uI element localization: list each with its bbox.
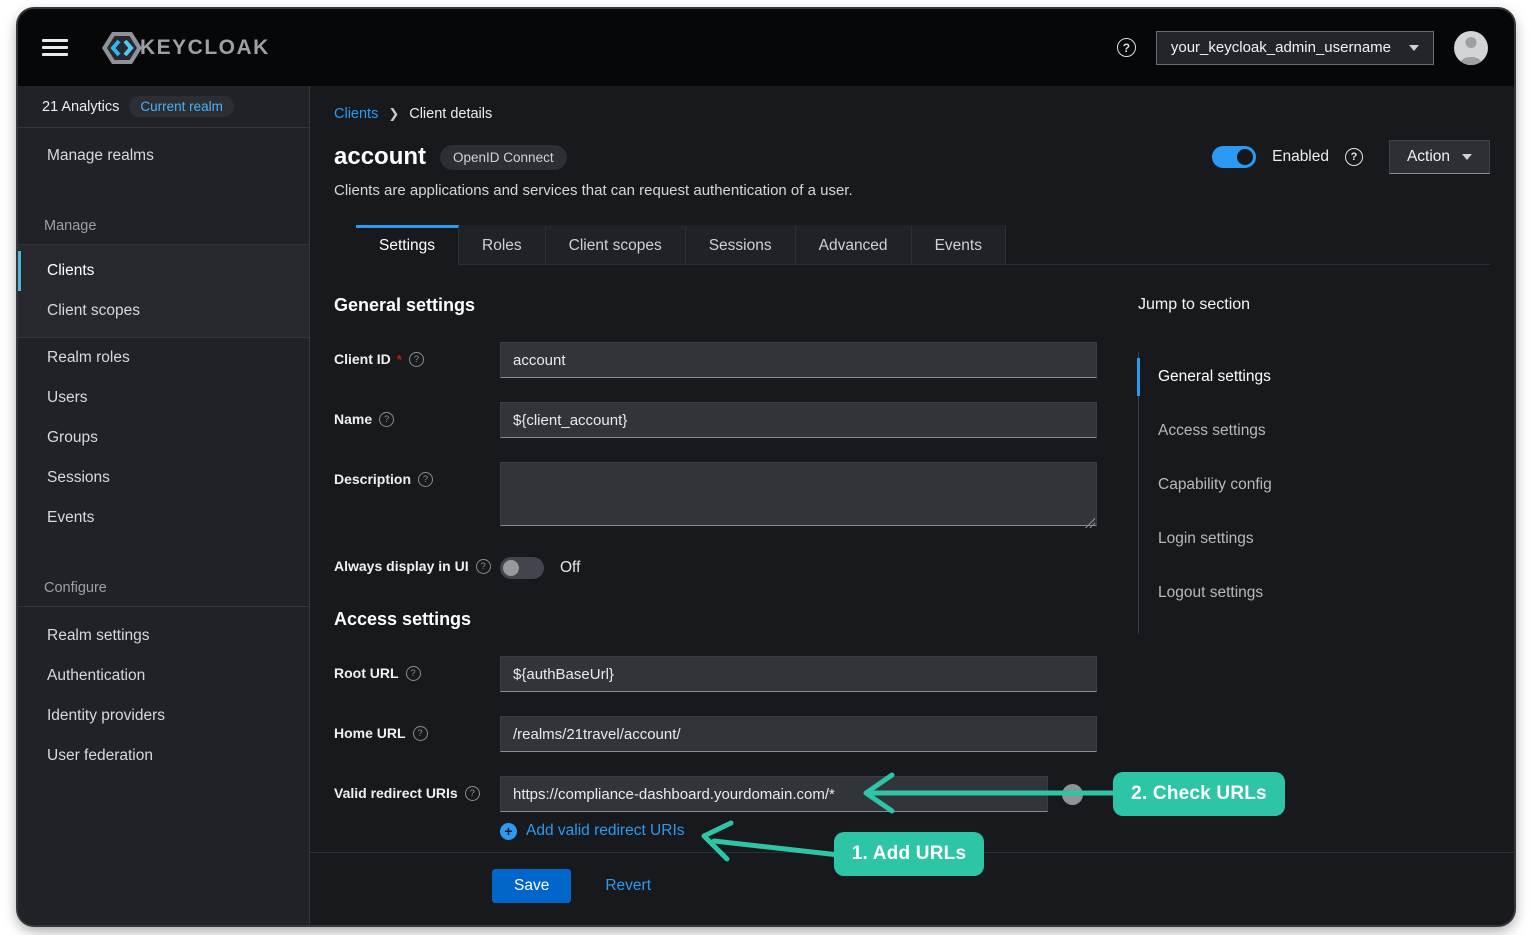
form-actions: Save Revert: [310, 853, 1514, 903]
tab-settings[interactable]: Settings: [356, 225, 459, 265]
breadcrumb: Clients ❯ Client details: [310, 86, 1514, 122]
sidebar-item-manage-realms[interactable]: Manage realms: [18, 136, 309, 176]
jump-nav-item-capability-config[interactable]: Capability config: [1137, 466, 1478, 504]
always-display-row: Always display in UI ? Off: [334, 555, 1097, 579]
keycloak-admin-window: KEYCLOAK ? your_keycloak_admin_username …: [18, 9, 1514, 925]
sidebar-active-block: Clients Client scopes: [18, 245, 309, 338]
required-indicator: *: [397, 352, 402, 367]
masthead: KEYCLOAK ? your_keycloak_admin_username: [18, 9, 1514, 86]
keycloak-brand: KEYCLOAK: [100, 28, 270, 68]
sidebar: 21 Analytics Current realm Manage realms…: [18, 86, 310, 925]
root-url-row: Root URL ?: [334, 656, 1097, 692]
jump-to-section-nav: Jump to section General settings Access …: [1138, 295, 1478, 840]
username-label: your_keycloak_admin_username: [1171, 39, 1391, 56]
sidebar-item-identity-providers[interactable]: Identity providers: [18, 696, 309, 736]
breadcrumb-separator-icon: ❯: [388, 106, 399, 122]
sidebar-item-events[interactable]: Events: [18, 498, 309, 538]
jump-nav-item-general-settings[interactable]: General settings: [1137, 358, 1478, 396]
jump-nav-item-login-settings[interactable]: Login settings: [1137, 520, 1478, 558]
sidebar-item-client-scopes[interactable]: Client scopes: [18, 291, 309, 331]
plus-circle-icon: +: [500, 823, 517, 840]
chevron-down-icon: [1409, 45, 1419, 51]
sidebar-item-groups[interactable]: Groups: [18, 418, 309, 458]
tab-bar: Settings Roles Client scopes Sessions Ad…: [356, 225, 1490, 265]
sidebar-item-realm-settings[interactable]: Realm settings: [18, 616, 309, 656]
access-settings-heading: Access settings: [334, 609, 1097, 630]
main-content: Clients ❯ Client details account OpenID …: [310, 86, 1514, 925]
tab-client-scopes[interactable]: Client scopes: [546, 225, 686, 264]
save-button[interactable]: Save: [492, 869, 571, 903]
realm-switcher[interactable]: 21 Analytics Current realm: [18, 86, 309, 128]
user-avatar[interactable]: [1454, 31, 1488, 65]
current-realm-badge: Current realm: [129, 96, 234, 117]
name-input[interactable]: [500, 402, 1097, 438]
always-display-help-icon[interactable]: ?: [476, 559, 491, 574]
help-icon[interactable]: ?: [1117, 38, 1136, 57]
realm-name: 21 Analytics: [42, 99, 119, 115]
chevron-down-icon: [1462, 154, 1472, 160]
client-id-label: Client ID: [334, 351, 391, 367]
tab-events[interactable]: Events: [912, 225, 1006, 264]
remove-redirect-uri-button[interactable]: [1062, 784, 1083, 805]
breadcrumb-current: Client details: [409, 106, 492, 122]
page-title: account: [334, 143, 426, 171]
description-row: Description ?: [334, 462, 1097, 531]
jump-nav-item-logout-settings[interactable]: Logout settings: [1137, 574, 1478, 612]
sidebar-item-authentication[interactable]: Authentication: [18, 656, 309, 696]
sidebar-group-label-configure: Configure: [18, 578, 309, 598]
settings-form: General settings Client ID * ? Name ?: [334, 295, 1097, 840]
home-url-help-icon[interactable]: ?: [413, 726, 428, 741]
name-row: Name ?: [334, 402, 1097, 438]
protocol-badge: OpenID Connect: [440, 145, 567, 170]
always-display-label: Always display in UI: [334, 558, 469, 574]
add-redirect-uri-link[interactable]: + Add valid redirect URIs: [500, 822, 1097, 840]
home-url-label: Home URL: [334, 725, 406, 741]
tab-roles[interactable]: Roles: [459, 225, 546, 264]
client-id-input[interactable]: [500, 342, 1097, 378]
enabled-label: Enabled: [1272, 148, 1329, 166]
redirect-uri-input[interactable]: [500, 776, 1048, 812]
add-redirect-uri-label: Add valid redirect URIs: [526, 822, 685, 840]
sidebar-item-user-federation[interactable]: User federation: [18, 736, 309, 776]
client-description-text: Clients are applications and services th…: [334, 182, 1490, 199]
jump-nav-item-access-settings[interactable]: Access settings: [1137, 412, 1478, 450]
breadcrumb-link-clients[interactable]: Clients: [334, 106, 378, 122]
user-menu-dropdown[interactable]: your_keycloak_admin_username: [1156, 31, 1434, 65]
enabled-toggle[interactable]: [1212, 146, 1256, 168]
name-label: Name: [334, 411, 372, 427]
root-url-help-icon[interactable]: ?: [406, 666, 421, 681]
redirect-uris-label: Valid redirect URIs: [334, 785, 458, 801]
tab-sessions[interactable]: Sessions: [686, 225, 796, 264]
action-dropdown-label: Action: [1407, 148, 1450, 166]
home-url-input[interactable]: [500, 716, 1097, 752]
brand-name: KEYCLOAK: [140, 36, 270, 60]
name-help-icon[interactable]: ?: [379, 412, 394, 427]
description-help-icon[interactable]: ?: [418, 472, 433, 487]
redirect-uris-row: Valid redirect URIs ?: [334, 776, 1097, 812]
sidebar-item-realm-roles[interactable]: Realm roles: [18, 338, 309, 378]
keycloak-logo-icon: [100, 28, 144, 68]
tab-advanced[interactable]: Advanced: [796, 225, 912, 264]
menu-toggle-button[interactable]: [42, 36, 72, 60]
sidebar-item-sessions[interactable]: Sessions: [18, 458, 309, 498]
client-id-help-icon[interactable]: ?: [409, 352, 424, 367]
action-dropdown[interactable]: Action: [1389, 140, 1490, 174]
general-settings-heading: General settings: [334, 295, 1097, 316]
sidebar-group-label-manage: Manage: [18, 216, 309, 236]
home-url-row: Home URL ?: [334, 716, 1097, 752]
sidebar-item-clients[interactable]: Clients: [18, 251, 309, 291]
redirect-uris-help-icon[interactable]: ?: [465, 786, 480, 801]
description-label: Description: [334, 471, 411, 487]
sidebar-item-users[interactable]: Users: [18, 378, 309, 418]
always-display-toggle[interactable]: [500, 557, 544, 579]
client-id-row: Client ID * ?: [334, 342, 1097, 378]
description-textarea[interactable]: [500, 462, 1097, 526]
root-url-input[interactable]: [500, 656, 1097, 692]
always-display-state: Off: [560, 559, 580, 577]
jump-nav-title: Jump to section: [1138, 296, 1478, 314]
revert-button[interactable]: Revert: [605, 877, 651, 895]
root-url-label: Root URL: [334, 665, 399, 681]
enabled-help-icon[interactable]: ?: [1345, 148, 1363, 166]
